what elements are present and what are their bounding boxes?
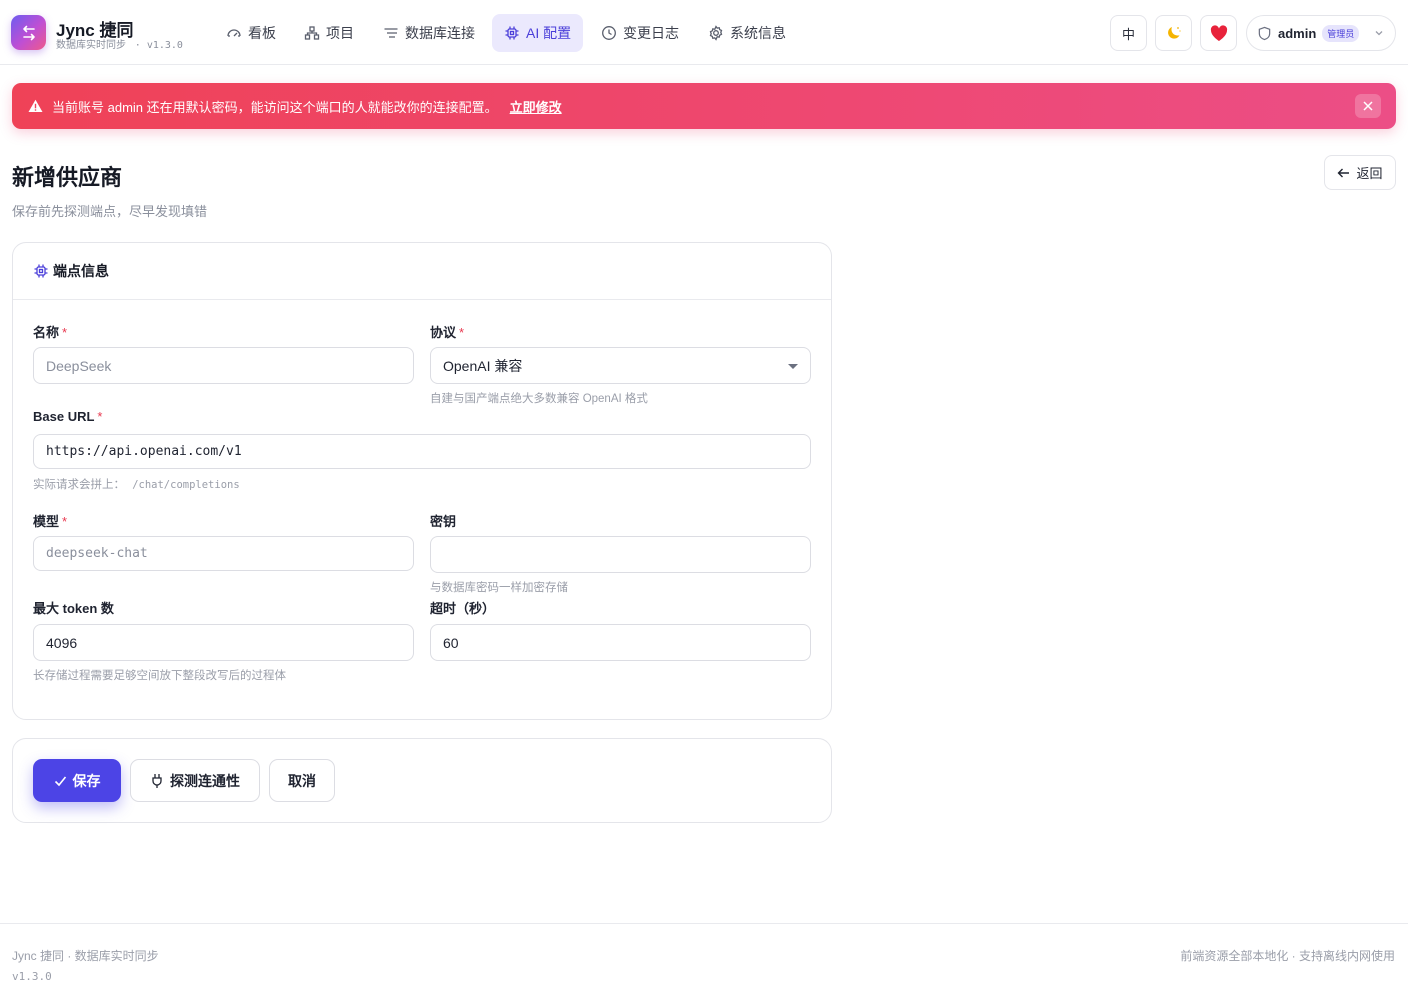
max-token-field[interactable]: 4096: [33, 624, 414, 661]
sponsor-button[interactable]: [1200, 15, 1237, 51]
moon-icon: [1167, 27, 1181, 39]
gear-icon: [709, 25, 723, 41]
language-toggle[interactable]: 中: [1110, 15, 1147, 51]
timeout-label: 超时（秒）: [430, 601, 496, 616]
user-name: admin: [1278, 25, 1317, 41]
footer: Jync 捷同 · 数据库实时同步 v1.3.0 前端资源全部本地化 · 支持离…: [0, 923, 1408, 985]
alert-fix-link[interactable]: 立即修改: [510, 97, 562, 116]
shield-icon: [1258, 26, 1271, 40]
base-url-hint: 实际请求会拼上： /chat/completions: [33, 476, 240, 492]
actions-card: 保存 探测连通性 取消: [12, 738, 832, 823]
model-field[interactable]: deepseek-chat: [33, 536, 414, 571]
user-menu[interactable]: admin 管理员: [1246, 15, 1396, 51]
nav-dashboard[interactable]: 看板: [214, 14, 288, 52]
chip-icon: [505, 26, 519, 40]
max-token-label: 最大 token 数: [33, 601, 114, 616]
save-label: 保存: [72, 772, 101, 789]
required-mark: *: [62, 325, 68, 340]
nav-label: 系统信息: [730, 25, 786, 41]
clock-icon: [602, 26, 616, 40]
required-mark: *: [459, 325, 465, 340]
endpoint-card: 端点信息 名称 * DeepSeek 协议 * OpenAI 兼容 自建与国产端点绝…: [12, 242, 832, 720]
app-subtitle: 数据库实时同步 · v1.3.0: [56, 36, 183, 51]
base-url-label: Base URL *: [33, 409, 102, 424]
protocol-label-text: 协议: [430, 325, 457, 340]
footer-version: v1.3.0: [12, 970, 52, 983]
nav-projects[interactable]: 项目: [292, 14, 366, 52]
section-title: 端点信息: [53, 263, 109, 279]
save-button[interactable]: 保存: [33, 759, 121, 802]
app-version-line: · v1.3.0: [134, 40, 183, 51]
nav-changelog[interactable]: 变更日志: [589, 14, 691, 52]
theme-toggle[interactable]: [1155, 15, 1192, 51]
back-button[interactable]: 返回: [1324, 155, 1396, 190]
protocol-value: OpenAI 兼容: [443, 357, 523, 374]
protocol-label: 协议 *: [430, 322, 464, 341]
back-label: 返回: [1356, 166, 1383, 181]
base-url-hint-prefix: 实际请求会拼上：: [33, 479, 125, 491]
nav-label: 变更日志: [623, 25, 679, 41]
name-label-text: 名称: [33, 325, 60, 340]
required-mark: *: [62, 514, 68, 529]
base-url-field[interactable]: https://api.openai.com/v1: [33, 434, 811, 469]
name-label: 名称 *: [33, 322, 67, 341]
page-subtitle: 保存前先探测端点，尽早发现填错: [12, 204, 208, 219]
protocol-select[interactable]: OpenAI 兼容: [430, 347, 811, 384]
nav-ai-config[interactable]: AI 配置: [492, 14, 584, 52]
protocol-hint: 自建与国产端点绝大多数兼容 OpenAI 格式: [430, 393, 648, 405]
base-url-hint-path: /chat/completions: [132, 479, 240, 491]
nav-label: 看板: [248, 25, 276, 41]
footer-brand: Jync 捷同 · 数据库实时同步: [12, 949, 159, 963]
plug-icon: [152, 773, 162, 788]
nav-connections[interactable]: 数据库连接: [371, 14, 487, 52]
model-label-text: 模型: [33, 514, 60, 529]
close-icon: [1363, 101, 1373, 111]
base-url-label-text: Base URL: [33, 409, 95, 424]
required-mark: *: [97, 409, 103, 424]
chip-icon: [34, 264, 48, 278]
probe-button[interactable]: 探测连通性: [130, 759, 260, 802]
app-tagline: 数据库实时同步: [56, 40, 126, 51]
cancel-button[interactable]: 取消: [269, 759, 335, 802]
heart-icon: [1210, 24, 1227, 41]
nav-label: 项目: [326, 25, 354, 41]
secret-hint: 与数据库密码一样加密存储: [430, 582, 568, 594]
page-title: 新增供应商: [12, 165, 123, 190]
app-logo[interactable]: [11, 15, 46, 50]
card-header: 端点信息: [13, 243, 831, 300]
dashboard-icon: [227, 29, 241, 37]
warning-icon: [28, 99, 43, 112]
name-field[interactable]: DeepSeek: [33, 347, 414, 384]
check-icon: [54, 775, 66, 786]
max-token-hint: 长存储过程需要足够空间放下整段改写后的过程体: [33, 670, 286, 682]
nav-label: AI 配置: [526, 25, 572, 41]
connection-icon: [384, 28, 398, 38]
nav-system-info[interactable]: 系统信息: [696, 14, 798, 52]
footer-note: 前端资源全部本地化 · 支持离线内网使用: [1180, 949, 1395, 963]
caret-down-icon: [788, 364, 798, 369]
secret-field[interactable]: [430, 536, 811, 573]
timeout-field[interactable]: 60: [430, 624, 811, 661]
alert-close-button[interactable]: [1355, 94, 1381, 118]
default-password-alert: 当前账号 admin 还在用默认密码，能访问这个端口的人就能改你的连接配置。 立…: [12, 83, 1396, 129]
chevron-down-icon: [1375, 31, 1383, 36]
nav-label: 数据库连接: [405, 25, 475, 41]
sync-arrows-icon: [22, 25, 35, 40]
app-version: v1.3.0: [146, 40, 183, 51]
project-icon: [304, 26, 320, 40]
role-badge: 管理员: [1322, 24, 1360, 42]
top-header: Jync 捷同 数据库实时同步 · v1.3.0 看板 项目 数据库连接 AI …: [0, 0, 1408, 65]
alert-message: 当前账号 admin 还在用默认密码，能访问这个端口的人就能改你的连接配置。: [52, 99, 498, 115]
probe-label: 探测连通性: [170, 772, 240, 789]
secret-label: 密钥: [430, 514, 457, 529]
arrow-left-icon: [1337, 168, 1350, 177]
model-label: 模型 *: [33, 511, 67, 530]
